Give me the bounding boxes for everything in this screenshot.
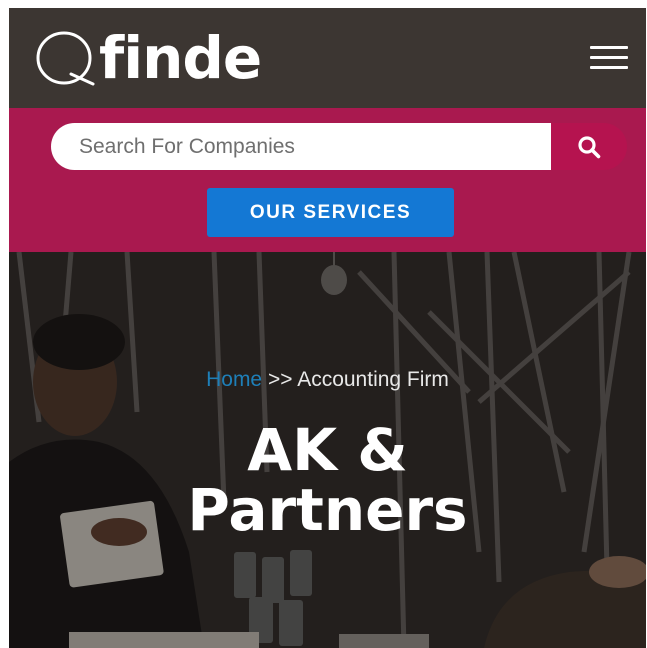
search-bar bbox=[51, 123, 627, 170]
page-frame: finde OUR SERVICES bbox=[9, 8, 646, 648]
logo-q-mark bbox=[35, 30, 97, 86]
search-band: OUR SERVICES bbox=[9, 108, 646, 252]
company-search-input[interactable] bbox=[51, 123, 551, 170]
breadcrumb-home-link[interactable]: Home bbox=[206, 368, 262, 391]
search-button[interactable] bbox=[551, 123, 627, 170]
breadcrumb-current: Accounting Firm bbox=[297, 368, 449, 391]
breadcrumb: Home >> Accounting Firm bbox=[9, 368, 646, 392]
breadcrumb-separator: >> bbox=[267, 368, 293, 391]
search-icon bbox=[578, 135, 601, 158]
company-title-line-1: AK & bbox=[247, 416, 408, 484]
qfinde-logo[interactable]: finde bbox=[35, 24, 262, 92]
hamburger-menu-icon[interactable] bbox=[590, 44, 628, 72]
top-navbar: finde bbox=[9, 8, 646, 108]
company-title: AK & Partners bbox=[89, 420, 566, 540]
company-title-line-2: Partners bbox=[187, 476, 468, 544]
our-services-button[interactable]: OUR SERVICES bbox=[207, 188, 454, 237]
hero-section: Home >> Accounting Firm AK & Partners bbox=[9, 252, 646, 648]
logo-text: finde bbox=[99, 24, 262, 92]
